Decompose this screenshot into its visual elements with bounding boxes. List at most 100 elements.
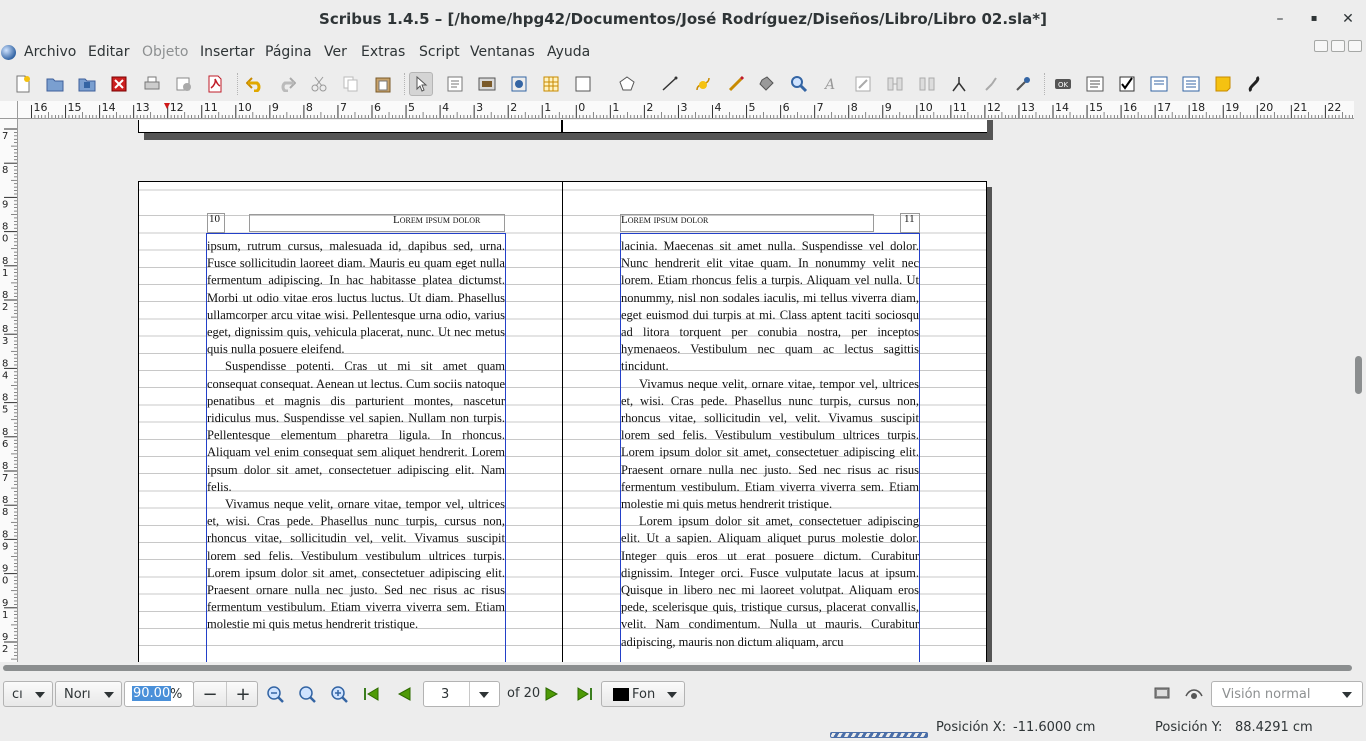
unlink-frames-icon[interactable] bbox=[915, 72, 939, 96]
page-number-left: 10 bbox=[209, 213, 220, 225]
preview-eye-icon[interactable] bbox=[1183, 681, 1205, 707]
cut-icon[interactable] bbox=[307, 72, 331, 96]
menu-insertar[interactable]: Insertar bbox=[200, 44, 255, 60]
ruler-label: 15 bbox=[68, 101, 82, 114]
zoom-stepper[interactable]: − + bbox=[193, 681, 258, 707]
vertical-scrollbar-thumb[interactable] bbox=[1355, 356, 1362, 394]
svg-text:A: A bbox=[823, 77, 835, 93]
bezier-icon[interactable] bbox=[691, 72, 715, 96]
new-document-icon[interactable] bbox=[11, 72, 35, 96]
edit-text-icon[interactable] bbox=[851, 72, 875, 96]
paste-icon[interactable] bbox=[371, 72, 395, 96]
close-document-icon[interactable] bbox=[107, 72, 131, 96]
page-11[interactable]: Lorem ipsum dolor 11 lacinia. Maecenas s… bbox=[562, 181, 987, 662]
copy-icon[interactable] bbox=[339, 72, 363, 96]
polygon-icon[interactable] bbox=[615, 72, 639, 96]
table-icon[interactable] bbox=[539, 72, 563, 96]
menu-archivo[interactable]: Archivo bbox=[24, 44, 76, 60]
ruler-label: 7 bbox=[340, 101, 347, 114]
render-frame-icon[interactable] bbox=[507, 72, 531, 96]
ruler-label: 1 bbox=[2, 268, 8, 279]
chevron-down-icon bbox=[1342, 692, 1352, 698]
menu-pagina[interactable]: Página bbox=[265, 44, 312, 60]
mdi-minimize-icon[interactable] bbox=[1314, 40, 1328, 52]
copy-properties-icon[interactable] bbox=[979, 72, 1003, 96]
zoom-out-icon[interactable] bbox=[263, 681, 287, 707]
rotate-icon[interactable] bbox=[755, 72, 779, 96]
chevron-down-icon bbox=[104, 692, 114, 698]
ruler-label: 20 bbox=[1259, 101, 1273, 114]
image-quality-select[interactable]: Norı bbox=[55, 681, 122, 707]
display-icon[interactable] bbox=[1151, 681, 1173, 707]
pdf-checkbox-icon[interactable] bbox=[1115, 72, 1139, 96]
next-page-icon[interactable] bbox=[540, 681, 564, 707]
pdf-listbox-icon[interactable] bbox=[1179, 72, 1203, 96]
page-10[interactable]: 10 Lorem ipsum dolor ipsum, rutrum cursu… bbox=[138, 181, 563, 662]
export-pdf-icon[interactable] bbox=[203, 72, 227, 96]
save-icon[interactable] bbox=[75, 72, 99, 96]
menu-editar[interactable]: Editar bbox=[88, 44, 129, 60]
edit-contents-icon[interactable]: A bbox=[819, 72, 843, 96]
ruler-label: 12 bbox=[987, 101, 1001, 114]
menu-extras[interactable]: Extras bbox=[361, 44, 405, 60]
horizontal-scrollbar[interactable] bbox=[0, 662, 1366, 674]
menu-ventanas[interactable]: Ventanas bbox=[470, 44, 535, 60]
preflight-icon[interactable] bbox=[172, 72, 196, 96]
chevron-down-icon bbox=[479, 692, 489, 698]
pdf-button-icon[interactable]: OK bbox=[1051, 72, 1075, 96]
zoom-increment-button[interactable]: + bbox=[227, 681, 259, 707]
toolbar-separator bbox=[404, 73, 405, 95]
link-frames-icon[interactable] bbox=[883, 72, 907, 96]
ruler-label: 13 bbox=[1021, 101, 1035, 114]
open-icon[interactable] bbox=[43, 72, 67, 96]
select-icon[interactable] bbox=[409, 72, 433, 96]
first-page-icon[interactable] bbox=[359, 681, 383, 707]
freehand-icon[interactable] bbox=[724, 72, 748, 96]
zoom-icon[interactable] bbox=[787, 72, 811, 96]
menu-script[interactable]: Script bbox=[419, 44, 460, 60]
redo-icon[interactable] bbox=[275, 72, 299, 96]
close-button[interactable]: ✕ bbox=[1337, 8, 1359, 30]
horizontal-scrollbar-thumb[interactable] bbox=[3, 665, 1352, 671]
mdi-restore-icon[interactable] bbox=[1331, 40, 1345, 52]
pdf-combobox-icon[interactable] bbox=[1147, 72, 1171, 96]
ruler-label: 8 bbox=[2, 529, 8, 540]
undo-icon[interactable] bbox=[243, 72, 267, 96]
view-mode-select[interactable]: Visión normal bbox=[1211, 681, 1363, 707]
last-page-icon[interactable] bbox=[573, 681, 597, 707]
menu-ayuda[interactable]: Ayuda bbox=[547, 44, 590, 60]
pdf-annotation-icon[interactable] bbox=[1211, 72, 1235, 96]
ruler-label: 9 bbox=[2, 632, 8, 643]
line-icon[interactable] bbox=[658, 72, 682, 96]
maximize-button[interactable]: ▪ bbox=[1303, 8, 1325, 30]
previous-page-icon[interactable] bbox=[392, 681, 416, 707]
text-frame-icon[interactable] bbox=[443, 72, 467, 96]
mdi-close-icon[interactable] bbox=[1348, 40, 1362, 52]
zoom-input[interactable]: 90.00 % bbox=[124, 681, 194, 707]
document-canvas[interactable]: 10 Lorem ipsum dolor ipsum, rutrum cursu… bbox=[19, 120, 1352, 662]
page-number-select[interactable]: 3 bbox=[423, 681, 500, 707]
ruler-label: 7 bbox=[2, 473, 8, 484]
unit-select[interactable]: cı bbox=[3, 681, 53, 707]
ruler-label: 11 bbox=[953, 101, 967, 114]
zoom-100-icon[interactable] bbox=[295, 681, 319, 707]
menu-ver[interactable]: Ver bbox=[324, 44, 347, 60]
shape-icon[interactable] bbox=[571, 72, 595, 96]
body-text-right: lacinia. Maecenas sit amet nulla. Suspen… bbox=[621, 238, 919, 651]
pdf-link-icon[interactable] bbox=[1243, 72, 1267, 96]
window-title: Scribus 1.4.5 – [/home/hpg42/Documentos/… bbox=[319, 10, 1047, 28]
measure-icon[interactable] bbox=[947, 72, 971, 96]
zoom-decrement-button[interactable]: − bbox=[194, 681, 226, 707]
vertical-scrollbar[interactable] bbox=[1352, 120, 1366, 662]
divider bbox=[469, 682, 470, 706]
layer-select[interactable]: Fon bbox=[601, 681, 685, 707]
eyedropper-icon[interactable] bbox=[1011, 72, 1035, 96]
print-icon[interactable] bbox=[140, 72, 164, 96]
horizontal-ruler[interactable]: 16 15 14 13 12 11 10 9 8 7 6 5 4 3 2 1 0 1 2 3 4 5 6 7 8 9 10 11 12 1… bbox=[18, 101, 1354, 119]
pdf-textfield-icon[interactable] bbox=[1083, 72, 1107, 96]
minimize-button[interactable]: – bbox=[1269, 8, 1291, 30]
image-frame-icon[interactable] bbox=[475, 72, 499, 96]
zoom-in-icon[interactable] bbox=[327, 681, 351, 707]
menu-objeto[interactable]: Objeto bbox=[142, 44, 188, 60]
vertical-ruler[interactable]: 7898081828384858687888990919293 bbox=[0, 119, 18, 662]
